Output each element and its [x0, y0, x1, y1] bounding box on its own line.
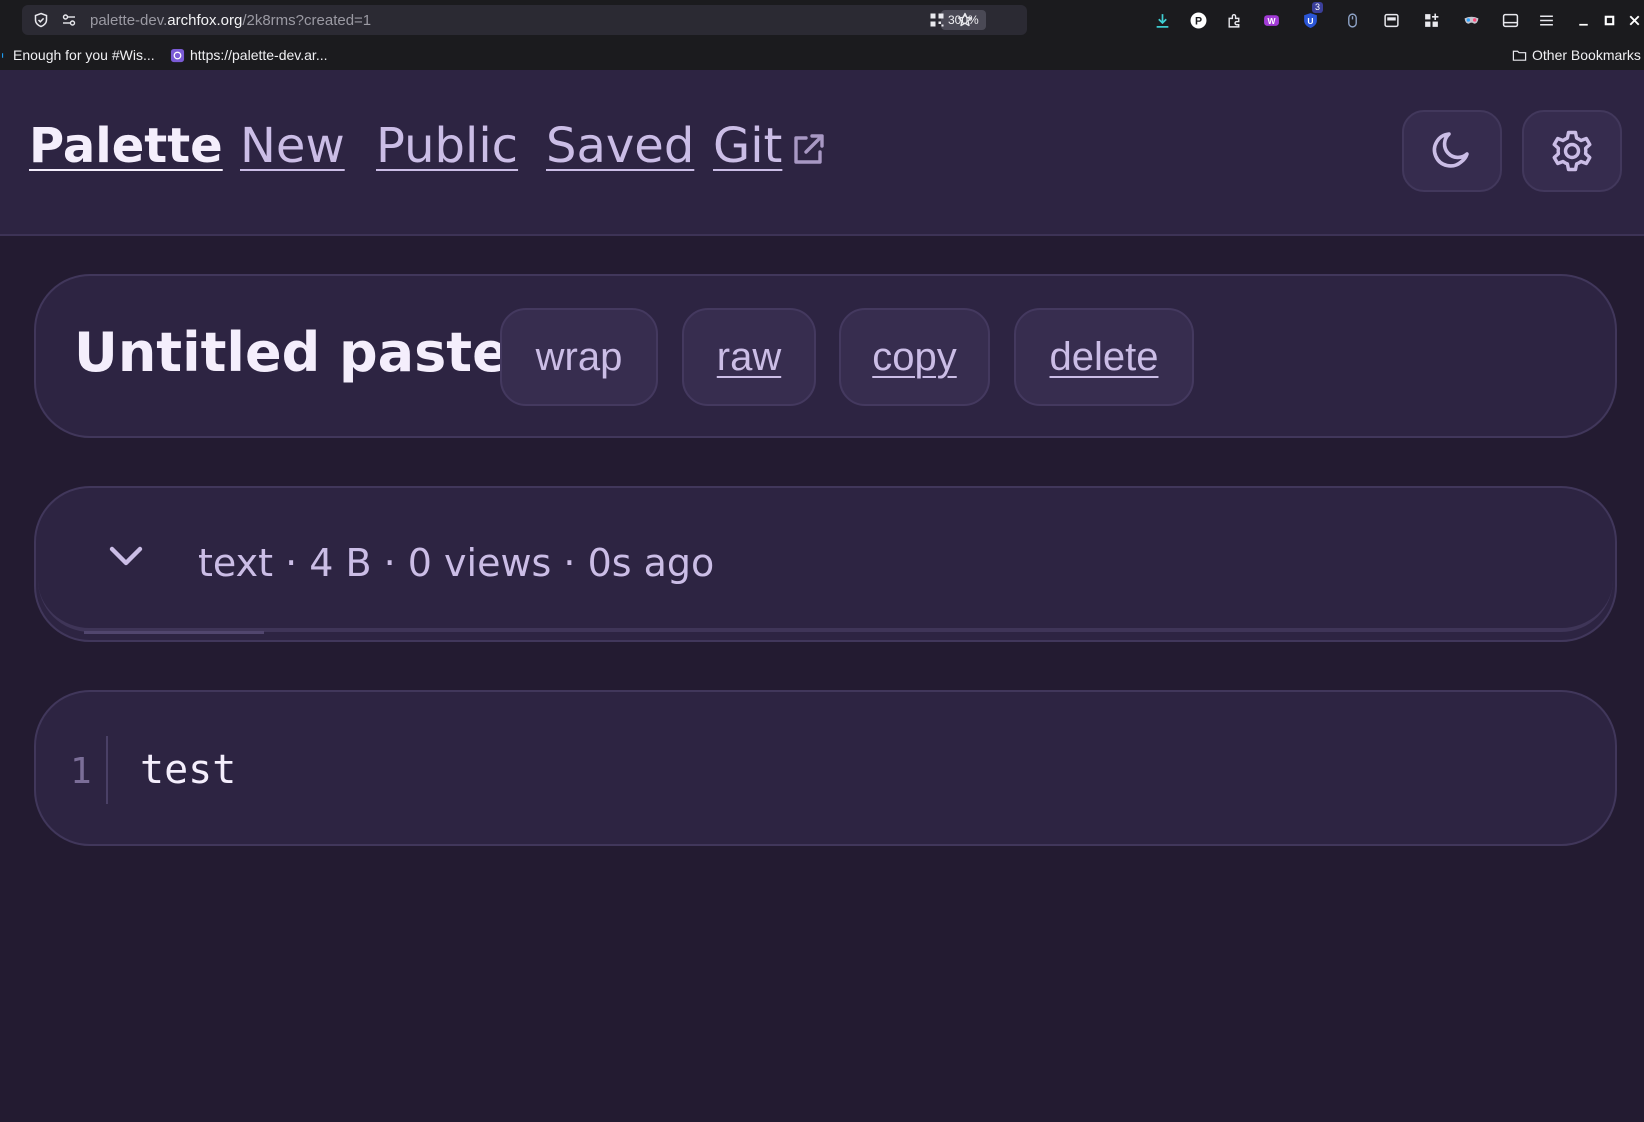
permissions-icon[interactable] [60, 11, 78, 29]
qr-code-icon[interactable] [928, 11, 946, 29]
paste-title: Untitled paste [74, 321, 509, 384]
close-window-icon[interactable] [1625, 11, 1643, 29]
ublock-shield-icon[interactable]: U [1301, 11, 1319, 29]
browser-toolbar: palette-dev.archfox.org/2k8rms?created=1… [0, 0, 1644, 40]
code-line[interactable]: test [140, 750, 236, 790]
line-number: 1 [70, 751, 92, 792]
bookmark-label: Enough for you #Wis... [13, 47, 155, 63]
extensions-puzzle-icon[interactable] [1225, 11, 1243, 29]
paste-metadata-text: text · 4 B · 0 views · 0s ago [198, 541, 715, 585]
paste-metadata-card[interactable]: text · 4 B · 0 views · 0s ago [34, 486, 1617, 642]
other-bookmarks-folder[interactable]: Other Bookmarks [1512, 40, 1641, 70]
folder-icon [1512, 50, 1527, 61]
svg-text:W: W [1267, 16, 1276, 26]
hamburger-menu-icon[interactable] [1537, 11, 1555, 29]
svg-text:P: P [1194, 15, 1201, 27]
wrap-button-label: wrap [535, 334, 623, 379]
copy-link[interactable]: copy [839, 308, 990, 406]
bookmark-star-icon[interactable] [956, 11, 974, 29]
site-header: Palette New Public Saved Git [0, 70, 1644, 236]
nav-link-public[interactable]: Public [376, 122, 518, 170]
paste-content-card: 1 test [34, 690, 1617, 846]
download-icon[interactable] [1153, 11, 1171, 29]
copy-link-label: copy [872, 334, 957, 379]
delete-link-label: delete [1049, 334, 1159, 379]
private-mask-icon[interactable] [1462, 11, 1480, 29]
svg-text:U: U [1307, 16, 1313, 26]
settings-button[interactable] [1522, 110, 1622, 192]
raw-link-label: raw [716, 334, 782, 379]
url-text[interactable]: palette-dev.archfox.org/2k8rms?created=1 [90, 12, 371, 29]
maximize-icon[interactable] [1600, 11, 1618, 29]
nav-brand-palette[interactable]: Palette [29, 122, 223, 170]
mouse-icon[interactable] [1343, 11, 1361, 29]
extension-purple-icon[interactable]: W [1262, 11, 1280, 29]
bookmark-palette-dev[interactable]: https://palette-dev.ar... [170, 40, 327, 70]
other-bookmarks-label: Other Bookmarks [1532, 47, 1641, 63]
shield-icon[interactable] [32, 11, 50, 29]
external-link-icon[interactable] [788, 130, 828, 170]
url-prefix: palette-dev. [90, 11, 168, 29]
sidebar-icon[interactable] [1501, 11, 1519, 29]
wrap-button[interactable]: wrap [500, 308, 658, 406]
bookmark-enough-for-you[interactable]: Enough for you #Wis... [2, 40, 155, 70]
bookmark-label: https://palette-dev.ar... [190, 47, 328, 63]
metadata-summary[interactable]: text · 4 B · 0 views · 0s ago [38, 490, 1613, 632]
delete-link[interactable]: delete [1014, 308, 1194, 406]
minimize-icon[interactable] [1574, 11, 1592, 29]
extension-count-badge: 3 [1312, 2, 1324, 13]
theme-toggle-button[interactable] [1402, 110, 1502, 192]
url-path: /2k8rms?created=1 [242, 11, 372, 29]
url-host: archfox.org [167, 11, 243, 29]
bookmarks-bar: Enough for you #Wis... https://palette-d… [0, 40, 1644, 70]
chevron-down-icon[interactable] [102, 532, 150, 580]
url-bar[interactable]: palette-dev.archfox.org/2k8rms?created=1… [22, 5, 1027, 35]
raw-link[interactable]: raw [682, 308, 816, 406]
line-gutter-divider [106, 736, 108, 804]
reader-view-icon[interactable] [1382, 11, 1400, 29]
nav-link-new[interactable]: New [240, 122, 345, 170]
nav-link-git[interactable]: Git [713, 122, 782, 170]
nav-link-saved[interactable]: Saved [546, 122, 694, 170]
moon-icon [1432, 132, 1469, 168]
extension-p-icon[interactable]: P [1189, 11, 1207, 29]
metadata-progress-line [84, 631, 264, 634]
palette-favicon-icon [170, 48, 185, 62]
grid-apps-icon[interactable] [1422, 11, 1440, 29]
paste-header-card: Untitled paste wrap raw copy delete [34, 274, 1617, 438]
settings-gear-icon [1552, 130, 1592, 172]
